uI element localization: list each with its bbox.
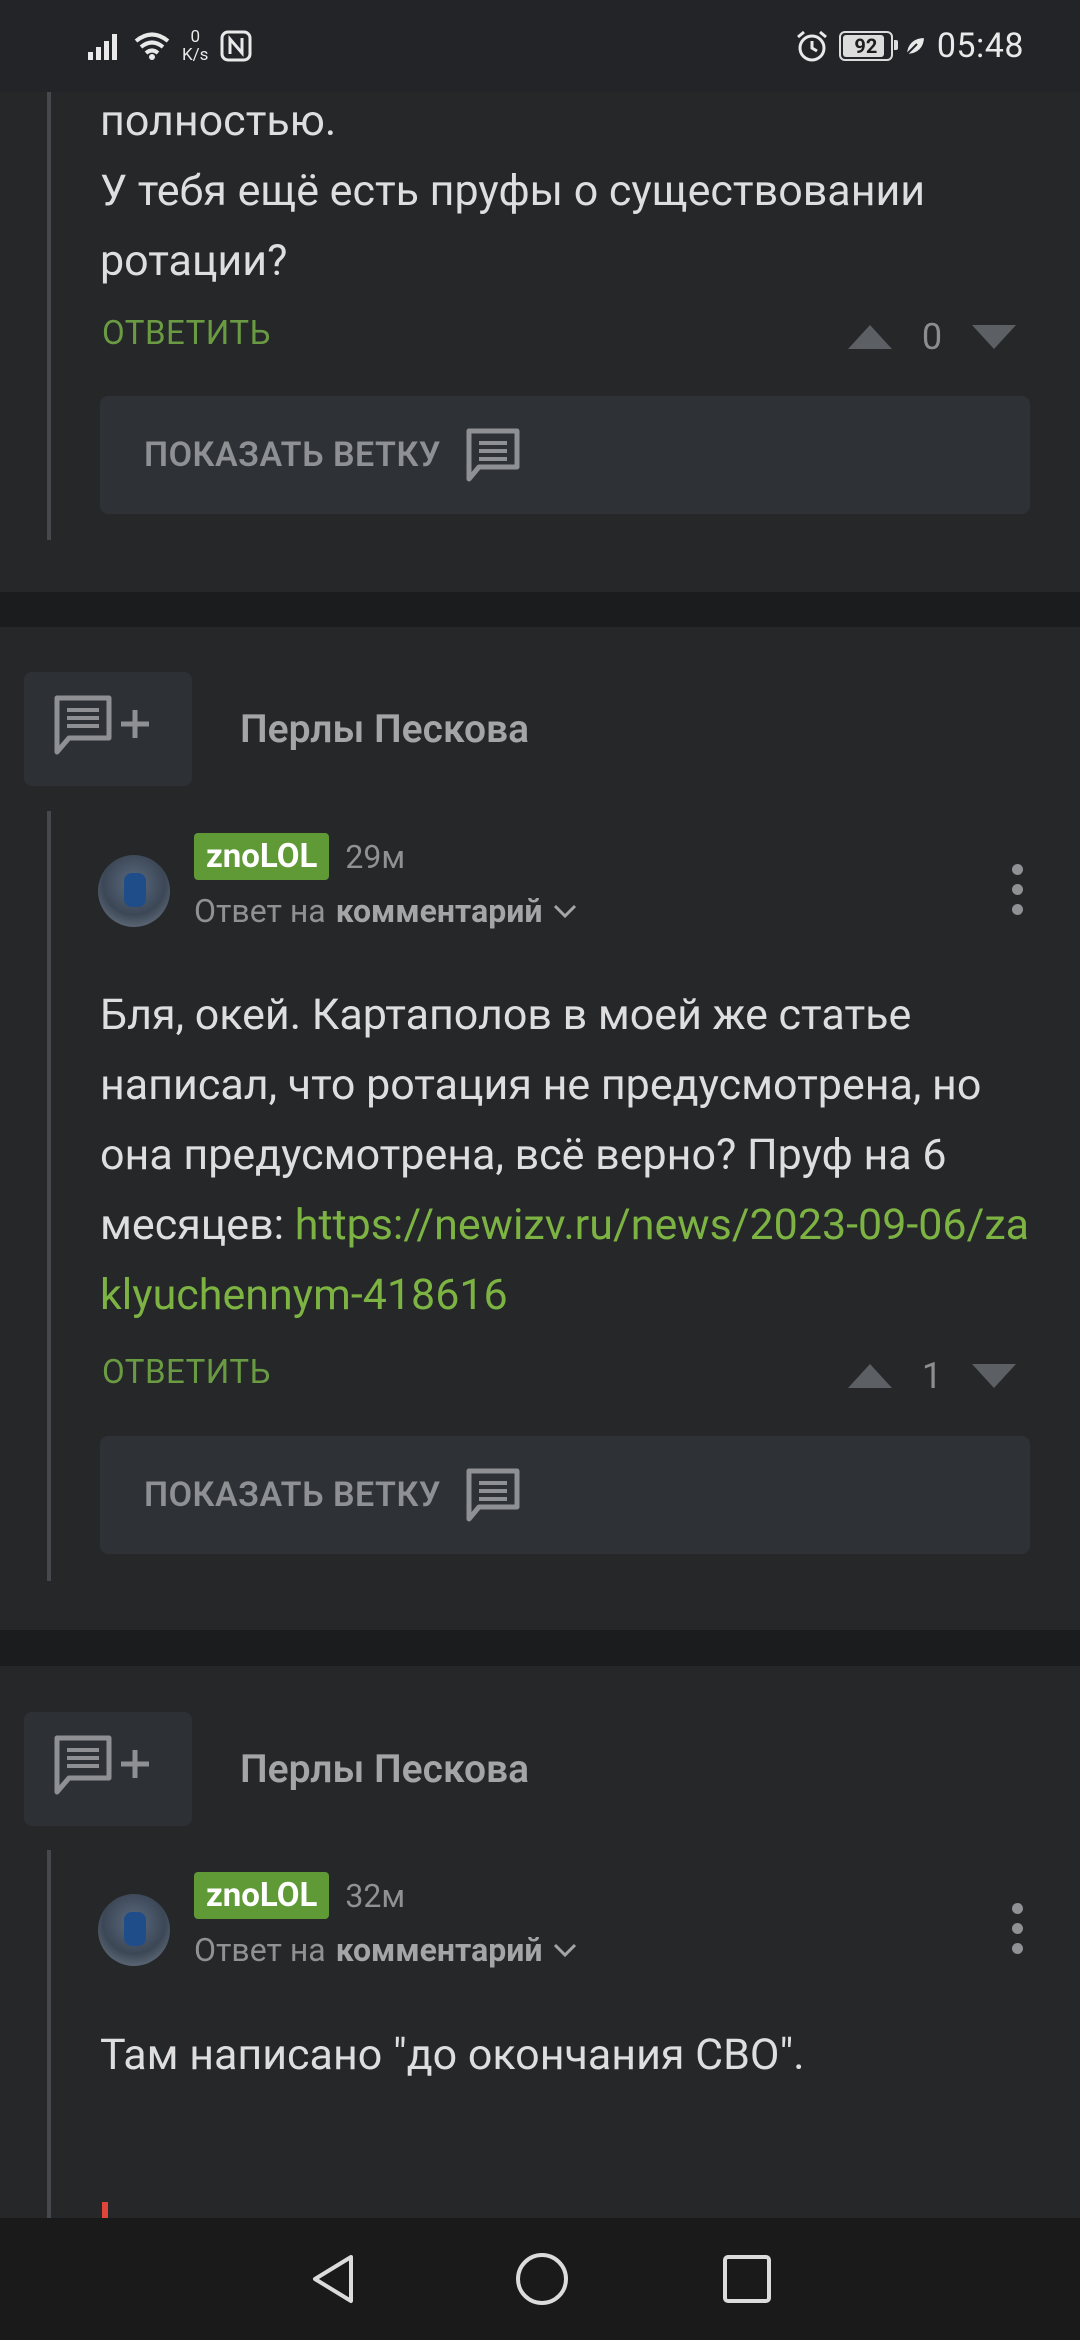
clock: 05:48 xyxy=(936,26,1024,66)
comment-icon xyxy=(466,428,520,482)
wifi-icon xyxy=(134,32,170,60)
reply-to-target: комментарий xyxy=(335,1931,543,1969)
comment-meta-row: znoLOL 29м xyxy=(194,833,578,880)
system-nav-bar xyxy=(0,2218,1080,2340)
reply-to-target: комментарий xyxy=(335,892,543,930)
comment-icon xyxy=(466,1468,520,1522)
comment-header: znoLOL 29м Ответ на комментарий xyxy=(98,833,578,930)
post-header: Перлы Пескова xyxy=(24,672,529,786)
downvote-icon[interactable] xyxy=(972,1364,1016,1388)
show-branch-label: ПОКАЗАТЬ ВЕТКУ xyxy=(144,435,441,475)
reply-button[interactable]: ОТВЕТИТЬ xyxy=(102,1353,271,1392)
upvote-icon[interactable] xyxy=(848,325,892,349)
add-comment-icon xyxy=(54,695,149,755)
reply-to[interactable]: Ответ на комментарий xyxy=(194,892,578,930)
reply-to[interactable]: Ответ на комментарий xyxy=(194,1931,578,1969)
add-comment-button[interactable] xyxy=(24,1712,192,1826)
show-branch-label: ПОКАЗАТЬ ВЕТКУ xyxy=(144,1475,441,1515)
scroll-marker xyxy=(102,2202,108,2218)
chevron-down-icon xyxy=(554,904,577,919)
reply-to-prefix: Ответ на xyxy=(194,1931,326,1969)
show-branch-button[interactable]: ПОКАЗАТЬ ВЕТКУ xyxy=(100,1436,1030,1554)
nfc-icon xyxy=(220,30,252,62)
net-speed: 0 K/s xyxy=(182,28,208,64)
signal-icon xyxy=(88,34,117,60)
add-comment-button[interactable] xyxy=(24,672,192,786)
thread-line xyxy=(47,92,51,540)
avatar[interactable] xyxy=(98,855,170,927)
back-icon[interactable] xyxy=(307,2251,363,2307)
leaf-icon xyxy=(904,35,926,57)
home-icon[interactable] xyxy=(513,2250,571,2308)
more-vert-icon[interactable] xyxy=(1012,864,1024,915)
vote-controls: 1 xyxy=(848,1355,1016,1397)
post-title[interactable]: Перлы Пескова xyxy=(240,1746,529,1792)
chevron-down-icon xyxy=(554,1943,577,1958)
reply-to-prefix: Ответ на xyxy=(194,892,326,930)
time-ago: 32м xyxy=(345,1876,406,1915)
add-comment-icon xyxy=(54,1735,149,1795)
upvote-icon[interactable] xyxy=(848,1364,892,1388)
rating: 0 xyxy=(921,316,943,358)
net-speed-unit: K/s xyxy=(182,45,209,65)
show-branch-button[interactable]: ПОКАЗАТЬ ВЕТКУ xyxy=(100,396,1030,514)
comment-text-body: Там написано "до окончания СВО". xyxy=(100,2030,805,2080)
comment-text: полностью. У тебя ещё есть пруфы о сущес… xyxy=(100,86,1040,296)
downvote-icon[interactable] xyxy=(972,325,1016,349)
post-title[interactable]: Перлы Пескова xyxy=(240,706,529,752)
time-ago: 29м xyxy=(345,837,406,876)
comment-meta-row: znoLOL 32м xyxy=(194,1872,578,1919)
comment-meta: znoLOL 29м Ответ на комментарий xyxy=(194,833,578,930)
rating: 1 xyxy=(921,1355,943,1397)
user-nick[interactable]: znoLOL xyxy=(194,1872,330,1919)
net-speed-value: 0 xyxy=(190,27,201,47)
comment-text-line: У тебя ещё есть пруфы о существовании ро… xyxy=(100,166,926,286)
more-vert-icon[interactable] xyxy=(1012,1903,1024,1954)
comment-card-1: Перлы Пескова znoLOL 29м Ответ на коммен… xyxy=(0,627,1080,1630)
thread-line xyxy=(47,1850,51,2218)
thread-line xyxy=(47,811,51,1581)
status-left: 0 K/s xyxy=(88,18,252,74)
avatar[interactable] xyxy=(98,1894,170,1966)
recents-icon[interactable] xyxy=(721,2253,773,2305)
status-right: 92 05:48 xyxy=(795,18,1024,74)
comment-text: Там написано "до окончания СВО". xyxy=(100,2020,1040,2090)
user-nick[interactable]: znoLOL xyxy=(194,833,330,880)
battery-icon: 92 xyxy=(838,31,898,61)
comment-header: znoLOL 32м Ответ на комментарий xyxy=(98,1872,578,1969)
alarm-icon xyxy=(796,30,827,62)
vote-controls: 0 xyxy=(848,316,1016,358)
comment-card-2: Перлы Пескова znoLOL 32м Ответ на коммен… xyxy=(0,1666,1080,2218)
post-header: Перлы Пескова xyxy=(24,1712,529,1826)
comment-meta: znoLOL 32м Ответ на комментарий xyxy=(194,1872,578,1969)
status-bar: 0 K/s 92 05:48 xyxy=(0,0,1080,92)
battery-level: 92 xyxy=(854,34,878,58)
comment-text: Бля, окей. Картаполов в моей же статье н… xyxy=(100,980,1040,1330)
comment-text-line: полностью. xyxy=(100,96,337,146)
reply-button[interactable]: ОТВЕТИТЬ xyxy=(102,314,271,353)
